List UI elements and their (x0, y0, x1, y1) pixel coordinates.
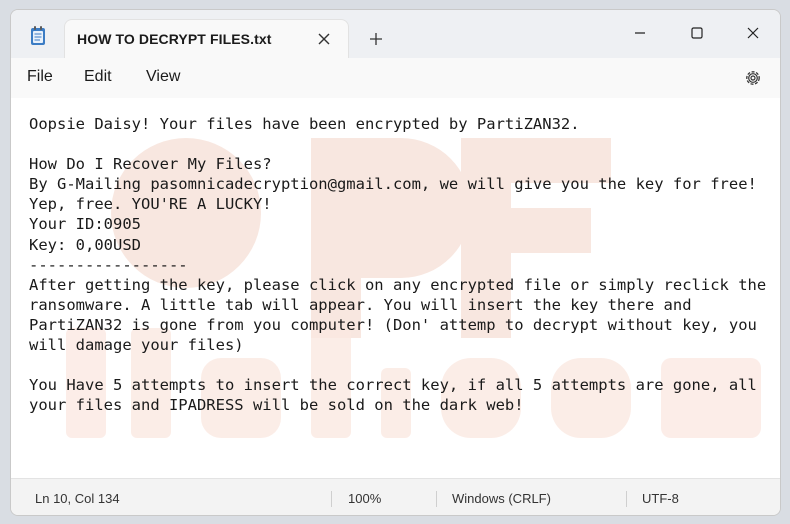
gear-icon[interactable] (743, 68, 763, 88)
close-icon[interactable] (315, 30, 333, 48)
text-editor[interactable]: Oopsie Daisy! Your files have been encry… (11, 98, 780, 478)
menu-file[interactable]: File (27, 68, 53, 86)
menu-view[interactable]: View (146, 68, 180, 86)
menu-edit[interactable]: Edit (84, 68, 112, 86)
close-icon[interactable] (730, 17, 776, 49)
status-bar: Ln 10, Col 134 100% Windows (CRLF) UTF-8 (11, 478, 780, 515)
text-line: After getting the key, please click on a… (29, 275, 767, 294)
text-line: Yep, free. YOU'RE A LUCKY! (29, 195, 272, 214)
text-line: By G-Mailing pasomnicadecryption@gmail.c… (29, 175, 757, 194)
notepad-icon (31, 26, 45, 45)
text-line: Oopsie Daisy! Your files have been encry… (29, 115, 580, 133)
status-divider (626, 491, 627, 507)
status-divider (331, 491, 332, 507)
maximize-icon[interactable] (674, 17, 720, 49)
zoom-level: 100% (348, 491, 382, 506)
line-endings: Windows (CRLF) (452, 491, 551, 506)
text-line: How Do I Recover My Files? (29, 155, 272, 174)
text-line: Key: 0,00USD (29, 235, 141, 254)
title-bar: HOW TO DECRYPT FILES.txt (11, 10, 780, 59)
text-line: Your ID:0905 (29, 215, 141, 234)
text-line: ----------------- (29, 255, 188, 274)
menu-bar: File Edit View (11, 58, 780, 98)
text-line: your files and IPADRESS will be sold on … (29, 396, 524, 415)
text-line: will damage your files) (29, 336, 244, 355)
document-text: Oopsie Daisy! Your files have been encry… (29, 114, 766, 415)
document-tab[interactable]: HOW TO DECRYPT FILES.txt (64, 19, 349, 59)
tab-title: HOW TO DECRYPT FILES.txt (77, 31, 272, 47)
cursor-position: Ln 10, Col 134 (35, 491, 120, 506)
text-line: PartiZAN32 is gone from you computer! (D… (29, 315, 757, 334)
notepad-window: HOW TO DECRYPT FILES.txt File Edit View (10, 9, 781, 516)
plus-icon[interactable] (367, 30, 385, 48)
text-line: ransomware. A little tab will appear. Yo… (29, 295, 692, 314)
text-line: You Have 5 attempts to insert the correc… (29, 376, 757, 395)
minimize-icon[interactable] (617, 17, 663, 49)
encoding: UTF-8 (642, 491, 679, 506)
status-divider (436, 491, 437, 507)
